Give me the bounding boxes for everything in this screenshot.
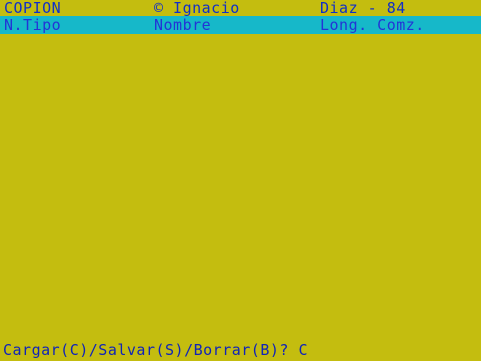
copion-screen: COPION © Ignacio Diaz - 84 N.Tipo Nombre… [0, 0, 481, 361]
column-header-type: N.Tipo [4, 16, 62, 34]
column-header-length: Long. Comz. [320, 16, 425, 34]
command-prompt-bar[interactable]: Cargar(C)/Salvar(S)/Borrar(B)? C [0, 342, 481, 358]
column-header-bar: N.Tipo Nombre Long. Comz. [0, 16, 481, 34]
author-year-label: Diaz - 84 [320, 0, 406, 17]
column-header-name: Nombre [154, 16, 212, 34]
command-prompt-text[interactable]: Cargar(C)/Salvar(S)/Borrar(B)? C [3, 342, 308, 358]
copyright-label: © Ignacio [154, 0, 240, 17]
app-title: COPION [4, 0, 62, 17]
title-bar: COPION © Ignacio Diaz - 84 [0, 0, 481, 16]
file-list-area [0, 34, 481, 342]
